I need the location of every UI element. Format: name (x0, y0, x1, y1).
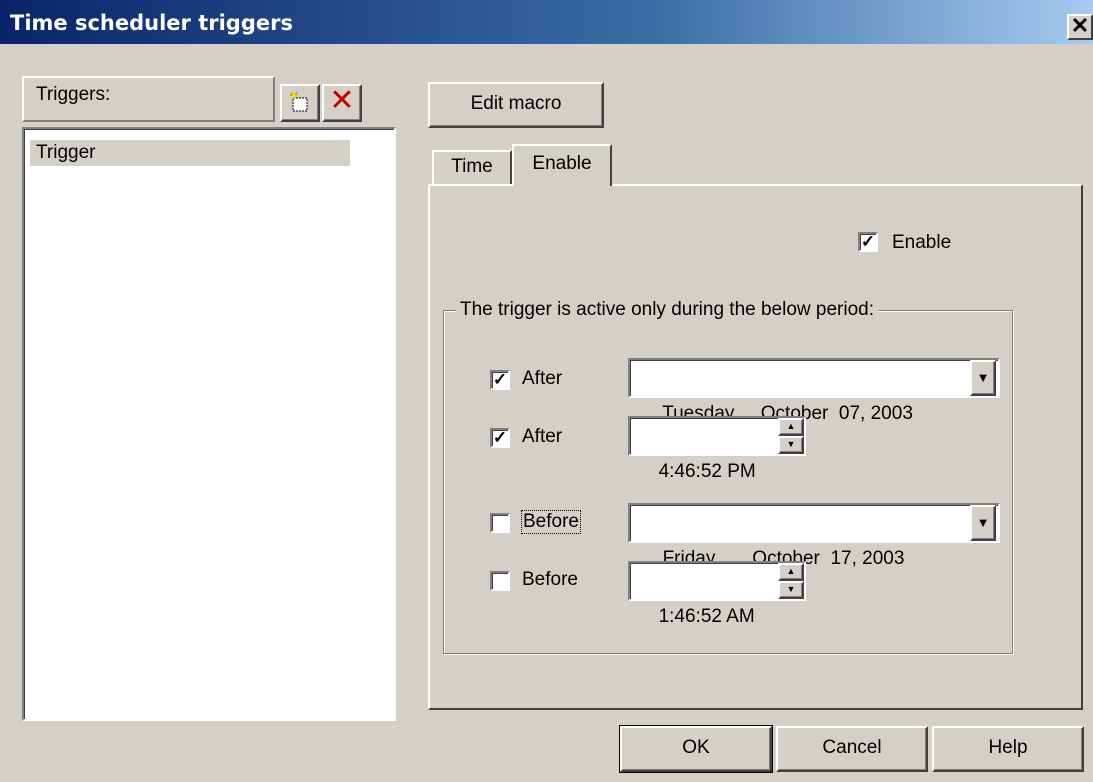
chevron-down-icon: ▼ (976, 370, 990, 385)
after-time-checkbox[interactable]: ✓ (490, 428, 510, 448)
after-time-spin-down[interactable]: ▼ (778, 436, 804, 454)
arrow-up-icon: ▲ (786, 566, 796, 576)
before-date-checkbox[interactable] (490, 513, 510, 533)
after-date-checkbox[interactable]: ✓ (490, 370, 510, 390)
before-date-label: Before (521, 510, 581, 534)
enable-checkbox[interactable]: ✓ (858, 232, 878, 252)
ok-button[interactable]: OK (619, 725, 773, 773)
triggers-list[interactable] (22, 127, 396, 721)
arrow-up-icon: ▲ (786, 421, 796, 431)
cancel-button[interactable]: Cancel (776, 726, 928, 772)
help-button[interactable]: Help (932, 726, 1084, 772)
arrow-down-icon: ▼ (786, 439, 796, 449)
tab-enable[interactable]: Enable (512, 144, 612, 186)
before-time-spin-up[interactable]: ▲ (778, 563, 804, 581)
after-time-spin-up[interactable]: ▲ (778, 418, 804, 436)
window-title: Time scheduler triggers (10, 11, 293, 35)
list-item[interactable]: Trigger (30, 140, 350, 166)
check-icon: ✓ (860, 232, 876, 251)
after-date-picker[interactable]: Tuesday , October 07, 2003 (628, 358, 1000, 424)
triggers-label: Triggers: (36, 84, 111, 105)
after-date-label: After (522, 368, 563, 389)
before-time-label: Before (522, 569, 578, 590)
before-date-dropdown-button[interactable]: ▼ (970, 505, 996, 541)
after-time-label: After (522, 426, 563, 447)
after-date-dropdown-button[interactable]: ▼ (970, 360, 996, 396)
check-icon: ✓ (492, 370, 508, 389)
delete-trigger-button[interactable]: ✕ (322, 84, 362, 122)
after-time-value: 4:46:52 PM (658, 461, 756, 482)
before-time-checkbox[interactable] (490, 571, 510, 591)
check-icon: ✓ (492, 428, 508, 447)
tab-time[interactable]: Time (432, 150, 512, 184)
before-time-spin-down[interactable]: ▼ (778, 581, 804, 599)
edit-macro-button[interactable]: Edit macro (428, 82, 604, 128)
add-trigger-button[interactable] (280, 84, 320, 122)
chevron-down-icon: ▼ (976, 515, 990, 530)
before-date-picker[interactable]: Friday , October 17, 2003 (628, 503, 1000, 569)
close-button[interactable]: ✕ (1067, 14, 1093, 40)
before-time-value: 1:46:52 AM (658, 606, 755, 627)
delete-trigger-icon: ✕ (329, 84, 355, 117)
close-icon: ✕ (1070, 13, 1090, 38)
enable-label: Enable (892, 232, 952, 253)
new-trigger-icon (290, 91, 308, 112)
period-caption: The trigger is active only during the be… (456, 299, 879, 321)
arrow-down-icon: ▼ (786, 584, 796, 594)
